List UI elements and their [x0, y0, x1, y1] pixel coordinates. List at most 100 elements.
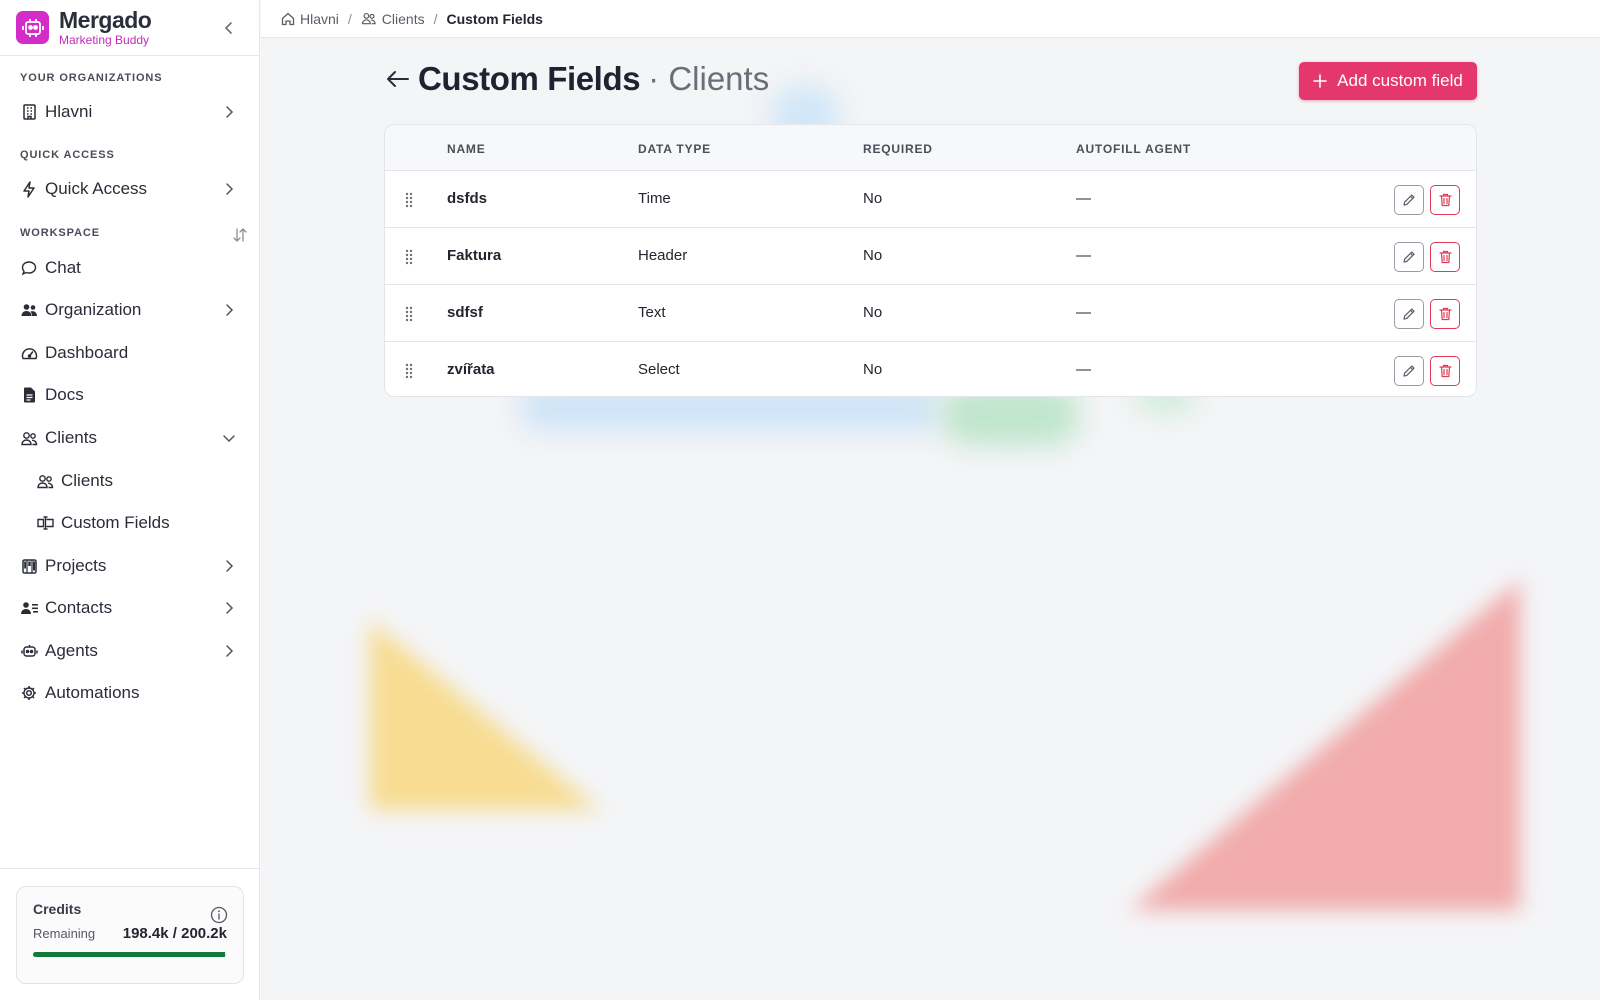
plus-icon [1313, 74, 1327, 88]
sidebar-item-agents[interactable]: Agents [10, 633, 248, 669]
sidebar-item-automations[interactable]: Automations [10, 675, 248, 711]
users-outline-icon [36, 472, 54, 490]
sidebar-item-label: Agents [45, 641, 98, 660]
table-row: dsfds Time No — [385, 171, 1476, 228]
edit-button[interactable] [1394, 185, 1424, 215]
cell-autofill-agent: — [1076, 247, 1091, 264]
gear-icon [20, 684, 38, 702]
table-row: zvířata Select No — [385, 342, 1476, 396]
decorative-triangle-yellow [370, 620, 600, 810]
credits-progress-bar [33, 952, 227, 957]
delete-button[interactable] [1430, 185, 1460, 215]
trash-icon [1438, 250, 1452, 264]
breadcrumb-home[interactable]: Hlavni [281, 11, 339, 27]
drag-handle-icon[interactable] [404, 306, 414, 322]
cell-data-type: Text [638, 304, 666, 321]
brand-subtitle: Marketing Buddy [59, 33, 150, 47]
sidebar-item-label: Organization [45, 300, 142, 319]
cell-name: Faktura [447, 247, 502, 264]
lightning-icon [20, 180, 38, 198]
edit-button[interactable] [1394, 356, 1424, 386]
info-icon[interactable] [210, 906, 228, 924]
sidebar-item-docs[interactable]: Docs [10, 377, 248, 413]
sidebar-item-label: Hlavni [45, 102, 93, 121]
back-button[interactable] [384, 65, 412, 93]
trash-icon [1438, 307, 1452, 321]
home-icon [281, 12, 295, 25]
trash-icon [1438, 364, 1452, 378]
chevron-right-icon [226, 106, 234, 118]
cell-required: No [863, 190, 883, 207]
pencil-icon [1403, 308, 1415, 320]
breadcrumb-home-label: Hlavni [300, 10, 339, 27]
sort-icon[interactable] [232, 227, 248, 243]
pencil-icon [1403, 194, 1415, 206]
chevron-left-icon [224, 22, 232, 34]
column-header-autofill-agent[interactable]: AUTOFILL AGENT [1076, 142, 1191, 156]
credits-title: Credits [33, 901, 82, 917]
contact-card-icon [20, 599, 38, 617]
delete-button[interactable] [1430, 299, 1460, 329]
sidebar-item-projects[interactable]: Projects [10, 548, 248, 584]
column-header-name[interactable]: NAME [447, 142, 486, 156]
chat-bubble-icon [20, 259, 38, 277]
sidebar-item-label: Quick Access [45, 179, 148, 198]
gauge-icon [20, 344, 38, 362]
cell-autofill-agent: — [1076, 190, 1091, 207]
page-heading: Custom Fields · Clients [384, 60, 769, 98]
sidebar: Mergado Marketing Buddy YOUR ORGANIZATIO… [0, 0, 260, 1000]
column-header-required[interactable]: REQUIRED [863, 142, 933, 156]
decorative-triangle-red [1130, 580, 1520, 910]
drag-handle-icon[interactable] [404, 363, 414, 379]
mergado-logo-icon[interactable] [16, 11, 49, 44]
sidebar-item-chat[interactable]: Chat [10, 250, 248, 286]
add-custom-field-button[interactable]: Add custom field [1299, 62, 1477, 100]
drag-handle-icon[interactable] [404, 192, 414, 208]
breadcrumb-current: Custom Fields [446, 10, 543, 27]
custom-fields-table: NAME DATA TYPE REQUIRED AUTOFILL AGENT d… [384, 124, 1477, 397]
cell-name: dsfds [447, 190, 488, 207]
credits-remaining-value: 198.4k / 200.2k [122, 925, 227, 942]
delete-button[interactable] [1430, 356, 1460, 386]
table-row: Faktura Header No — [385, 228, 1476, 285]
pencil-icon [1403, 251, 1415, 263]
sidebar-item-label: Projects [45, 556, 107, 575]
cell-required: No [863, 304, 883, 321]
cell-name: sdfsf [447, 304, 483, 321]
sidebar-item-label: Contacts [45, 598, 113, 617]
sidebar-item-quick-access[interactable]: Quick Access [10, 171, 248, 207]
sidebar-item-label: Chat [45, 258, 81, 277]
brand-name: Mergado [59, 7, 152, 33]
delete-button[interactable] [1430, 242, 1460, 272]
sidebar-item-organization[interactable]: Organization [10, 292, 248, 328]
sidebar-divider [0, 868, 259, 869]
cell-autofill-agent: — [1076, 304, 1091, 321]
sidebar-item-dashboard[interactable]: Dashboard [10, 335, 248, 371]
drag-handle-icon[interactable] [404, 249, 414, 265]
arrow-left-icon [387, 71, 409, 87]
breadcrumb: Hlavni / Clients / Custom Fields [261, 0, 1600, 38]
column-header-data-type[interactable]: DATA TYPE [638, 142, 711, 156]
sidebar-item-clients[interactable]: Clients [10, 420, 248, 456]
sidebar-item-hlavni[interactable]: Hlavni [10, 94, 248, 130]
sidebar-item-contacts[interactable]: Contacts [10, 590, 248, 626]
chevron-right-icon [226, 602, 234, 614]
chevron-right-icon [226, 183, 234, 195]
sidebar-item-label: Clients [45, 428, 97, 447]
section-label-workspace: WORKSPACE [20, 227, 101, 239]
document-icon [20, 386, 38, 404]
credits-remaining-label: Remaining [33, 926, 96, 941]
chevron-down-icon [223, 435, 235, 443]
breadcrumb-clients[interactable]: Clients [361, 11, 425, 27]
sidebar-subitem-custom-fields[interactable]: Custom Fields [26, 505, 248, 541]
sidebar-subitem-clients[interactable]: Clients [26, 463, 248, 499]
cell-required: No [863, 247, 883, 264]
edit-button[interactable] [1394, 242, 1424, 272]
edit-button[interactable] [1394, 299, 1424, 329]
chevron-right-icon [226, 645, 234, 657]
credits-panel: Credits Remaining 198.4k / 200.2k [16, 886, 244, 984]
collapse-sidebar-button[interactable] [219, 18, 239, 38]
pencil-icon [1403, 365, 1415, 377]
section-label-organizations: YOUR ORGANIZATIONS [20, 72, 163, 84]
cell-name: zvířata [447, 361, 495, 378]
